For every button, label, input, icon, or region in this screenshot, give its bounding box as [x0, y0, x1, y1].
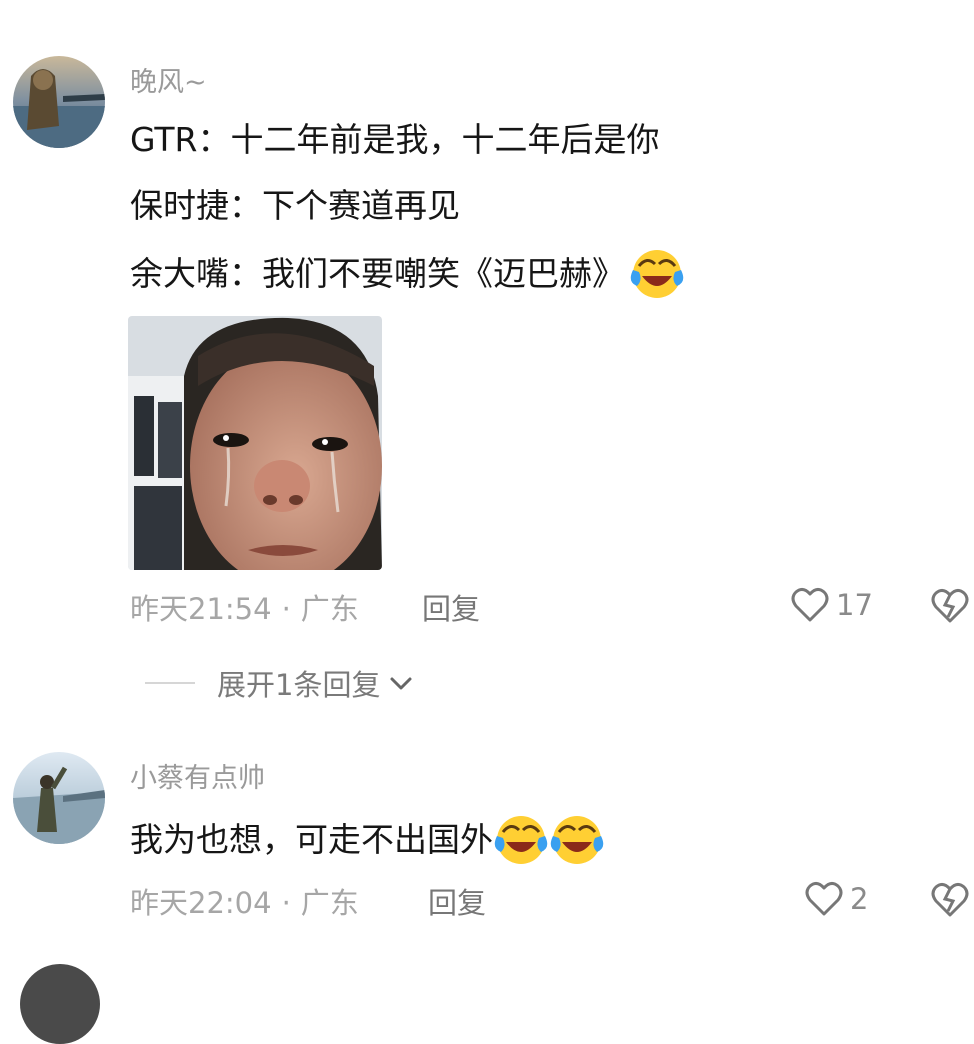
- broken-heart-icon: [931, 588, 969, 623]
- comment-text-line-1: GTR：十二年前是我，十二年后是你: [130, 120, 660, 159]
- like-button[interactable]: 17: [790, 586, 873, 624]
- user-avatar[interactable]: [13, 752, 105, 844]
- avatar-image: [20, 964, 100, 1044]
- reply-button[interactable]: 回复: [422, 586, 480, 628]
- like-count: 2: [850, 882, 869, 916]
- meta-separator: ·: [281, 592, 291, 626]
- comment-text: 我为也想，可走不出国外: [130, 812, 605, 868]
- like-button[interactable]: 2: [804, 880, 868, 918]
- comment-image[interactable]: [128, 316, 382, 570]
- comment-location: 广东: [300, 886, 359, 920]
- comment-time: 昨天22:04: [130, 886, 272, 920]
- dislike-button[interactable]: [930, 587, 970, 625]
- avatar-image: [13, 56, 105, 148]
- expand-replies-label: 展开1条回复: [217, 668, 381, 702]
- reply-button[interactable]: 回复: [428, 880, 486, 922]
- divider: [145, 682, 195, 684]
- crying-man-photo-icon: [128, 316, 382, 570]
- comment-meta: 昨天22:04 · 广东: [130, 880, 359, 922]
- heart-icon: [791, 587, 829, 622]
- user-avatar[interactable]: [20, 964, 100, 1044]
- laughing-tears-emoji-icon: [629, 246, 685, 302]
- avatar-image: [13, 752, 105, 844]
- comment-text-line-3-text: 余大嘴：我们不要嘲笑《迈巴赫》: [130, 254, 625, 293]
- expand-replies-button[interactable]: 展开1条回复: [145, 662, 414, 704]
- comment-text-line-3: 余大嘴：我们不要嘲笑《迈巴赫》: [130, 246, 685, 302]
- comment-time: 昨天21:54: [130, 592, 272, 626]
- laughing-tears-emoji-icon: [549, 812, 605, 868]
- comment-meta: 昨天21:54 · 广东: [130, 586, 359, 628]
- chevron-down-icon: [390, 677, 412, 690]
- heart-icon: [805, 881, 843, 916]
- user-avatar[interactable]: [13, 56, 105, 148]
- meta-separator: ·: [281, 886, 291, 920]
- comment-location: 广东: [300, 592, 359, 626]
- username[interactable]: 小蔡有点帅: [130, 756, 265, 795]
- like-count: 17: [836, 588, 873, 622]
- laughing-tears-emoji-icon: [493, 812, 549, 868]
- comment-text-line-2: 保时捷：下个赛道再见: [130, 186, 460, 225]
- comment-text-content: 我为也想，可走不出国外: [130, 820, 493, 859]
- dislike-button[interactable]: [930, 881, 970, 919]
- broken-heart-icon: [931, 882, 969, 917]
- username[interactable]: 晚风~: [130, 60, 207, 99]
